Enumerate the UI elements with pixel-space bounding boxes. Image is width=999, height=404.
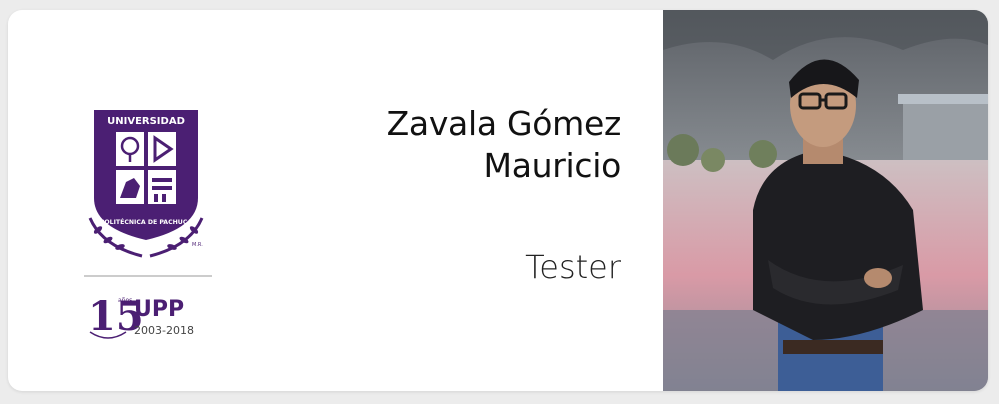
acronym: UPP [134, 297, 184, 322]
name-line-1: Zavala Gómez [386, 104, 622, 143]
upp-seal-icon: UNIVERSIDAD POLITÉCNICA DE PACHUCA M.R. … [84, 110, 212, 340]
university-logo: UNIVERSIDAD POLITÉCNICA DE PACHUCA M.R. … [84, 106, 224, 351]
seal-mark: M.R. [192, 242, 203, 248]
years: 2003-2018 [134, 324, 194, 337]
seal-text-arc: POLITÉCNICA DE PACHUCA [100, 217, 193, 226]
name-line-2: Mauricio [483, 146, 622, 185]
person-role: Tester [525, 248, 621, 286]
person-name: Zavala Gómez Mauricio [321, 103, 622, 187]
seal-text-top: UNIVERSIDAD [107, 116, 185, 127]
person-photo [663, 10, 988, 391]
anniversary-word: años [118, 297, 132, 304]
profile-card: UNIVERSIDAD POLITÉCNICA DE PACHUCA M.R. … [8, 10, 988, 391]
person-photo-icon [663, 10, 988, 391]
